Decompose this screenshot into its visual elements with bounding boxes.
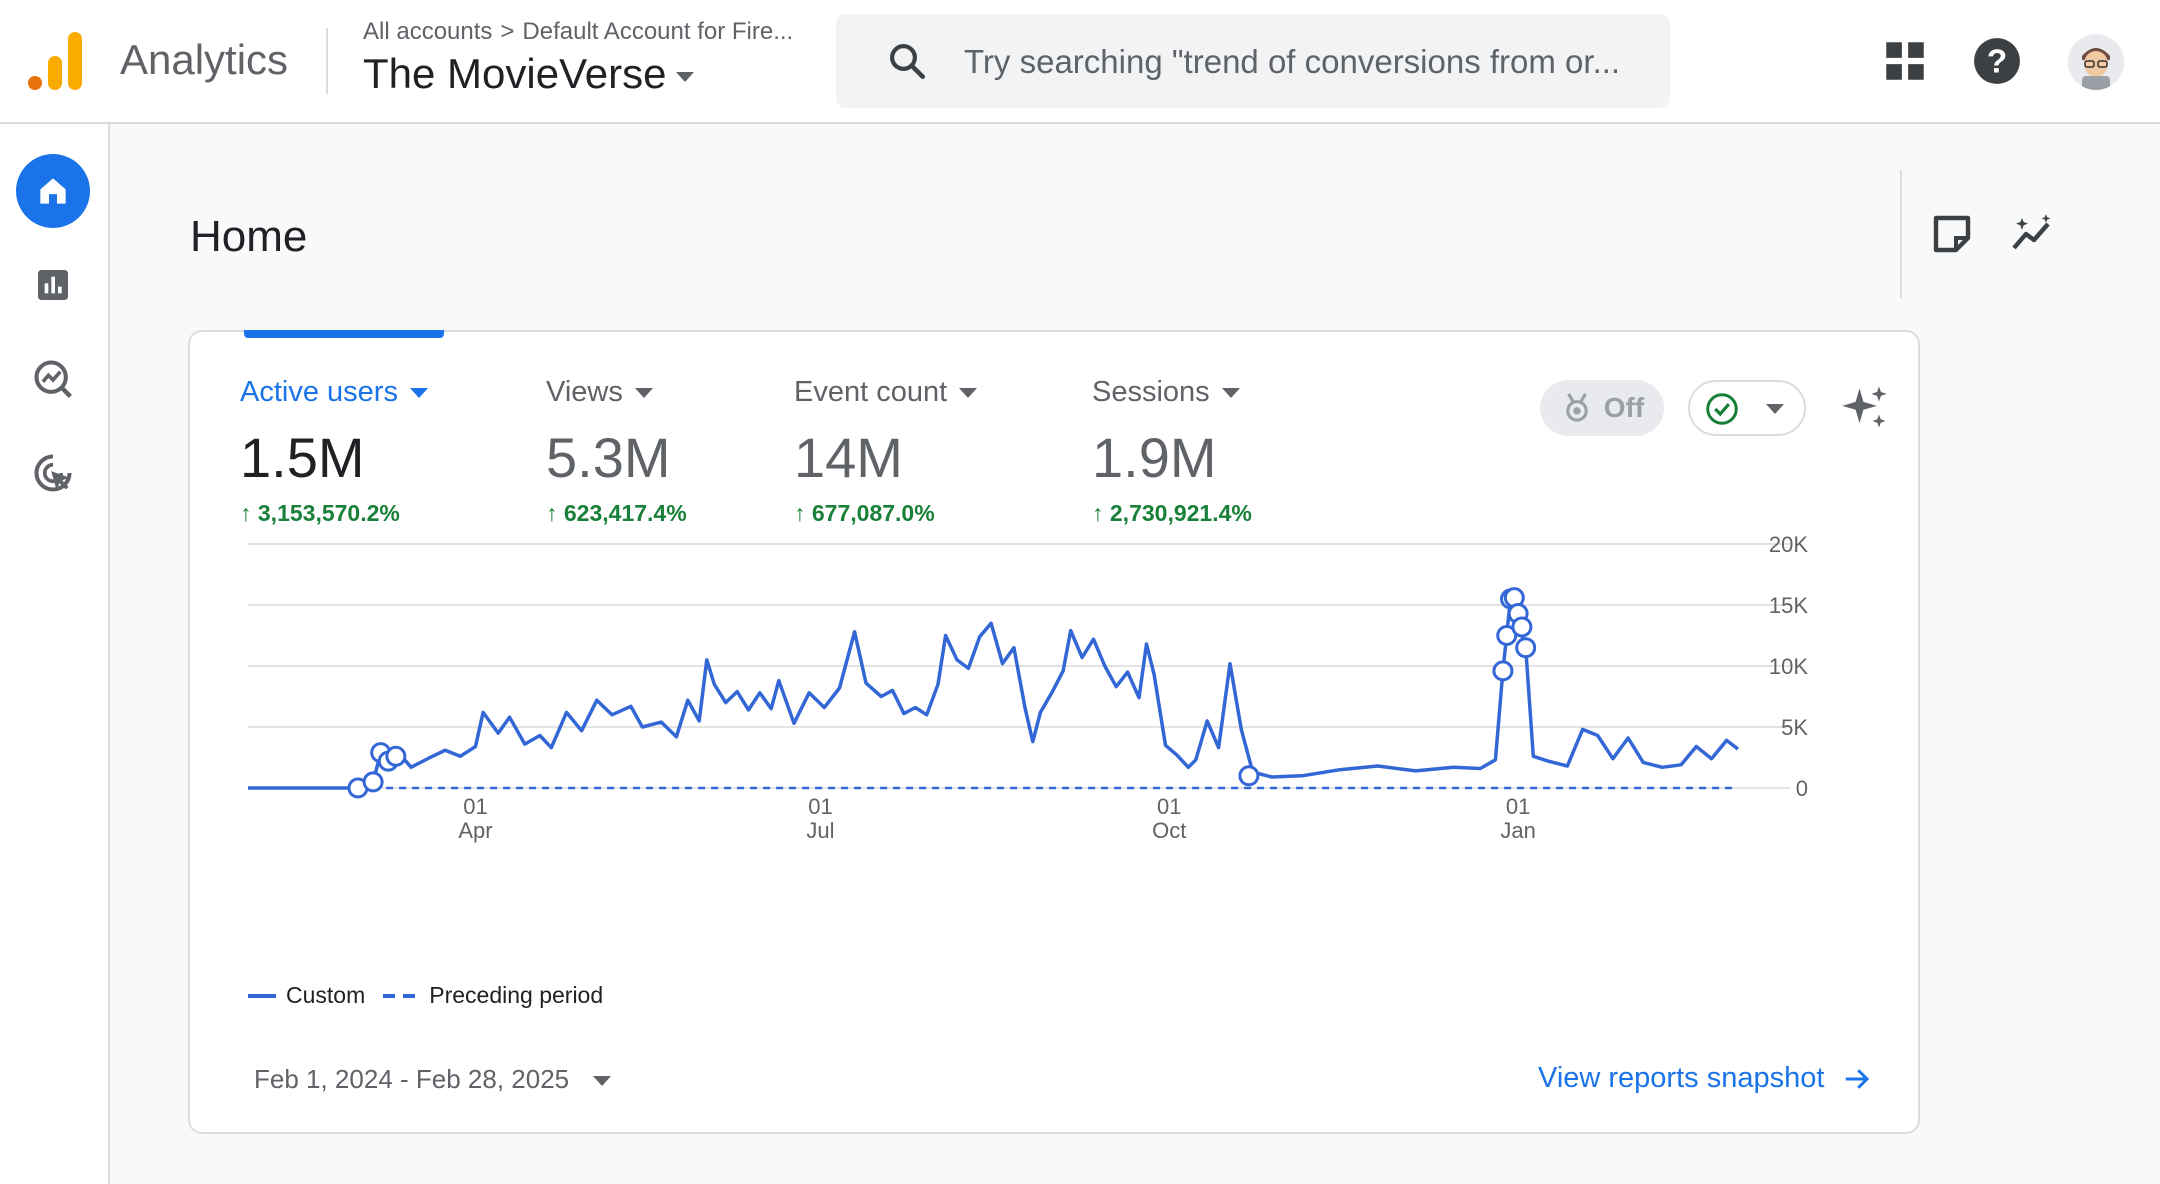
arrow-up-icon: ↑ (240, 500, 258, 526)
snapshot-label: View reports snapshot (1538, 1062, 1825, 1094)
chevron-down-icon (593, 1076, 612, 1087)
toggle-label: Off (1603, 392, 1645, 423)
target-cursor-icon (34, 454, 72, 492)
view-reports-snapshot-link[interactable]: View reports snapshot (1538, 1062, 1872, 1095)
legend-swatch-dashed (383, 993, 418, 998)
metric-event-count[interactable]: Event count 14M ↑ 677,087.0% (794, 376, 978, 527)
x-tick-day: 01 (1506, 794, 1530, 819)
date-range-selector[interactable]: Feb 1, 2024 - Feb 28, 2025 (254, 1064, 612, 1095)
nav-home[interactable] (16, 154, 90, 228)
avatar-image-icon (2068, 34, 2124, 90)
metric-label: Sessions (1092, 376, 1210, 408)
medal-icon (1566, 393, 1588, 422)
nav-explore[interactable] (16, 342, 90, 416)
metric-label: Active users (240, 376, 398, 408)
arrow-up-icon: ↑ (794, 500, 812, 526)
legend-custom: Custom (286, 982, 366, 1008)
x-tick-day: 01 (1157, 794, 1181, 819)
active-tab-indicator (244, 330, 444, 338)
metric-delta: 2,730,921.4% (1109, 500, 1252, 526)
metric-delta: 3,153,570.2% (257, 500, 400, 526)
top-bar: Analytics All accounts > Default Account f… (0, 0, 2160, 124)
metric-value: 5.3M (546, 426, 671, 489)
insights-icon[interactable] (2008, 210, 2056, 258)
y-tick-label: 10K (1769, 654, 1808, 679)
x-tick-day: 01 (463, 794, 487, 819)
anomaly-marker (1492, 660, 1514, 682)
metric-value: 14M (794, 426, 903, 489)
x-tick-month: Jul (806, 818, 834, 843)
anomaly-marker (1511, 616, 1533, 638)
right-divider (1900, 170, 1902, 298)
chevron-down-icon (409, 388, 428, 399)
anomaly-marker (1238, 765, 1260, 787)
check-circle-icon (1706, 393, 1738, 425)
search-icon (890, 44, 926, 80)
svg-text:?: ? (1987, 43, 2007, 80)
app-name: Analytics (120, 36, 289, 83)
home-icon (40, 178, 66, 204)
x-tick-month: Apr (458, 818, 492, 843)
benchmark-toggle[interactable]: Off (1540, 380, 1664, 436)
anomaly-marker (1515, 637, 1537, 659)
y-tick-label: 0 (1796, 776, 1808, 801)
x-tick-month: Oct (1152, 818, 1186, 843)
breadcrumb-all-accounts[interactable]: All accounts (363, 18, 492, 45)
sparkle-icon[interactable] (1840, 382, 1892, 434)
search-input[interactable] (962, 34, 1646, 90)
explore-icon (34, 360, 72, 398)
chevron-down-icon (676, 71, 695, 82)
arrow-up-icon: ↑ (546, 500, 564, 526)
page-title: Home (190, 212, 308, 261)
property-name: The MovieVerse (363, 50, 667, 97)
metric-sessions[interactable]: Sessions 1.9M ↑ 2,730,921.4% (1092, 376, 1252, 527)
breadcrumb[interactable]: All accounts > Default Account for Fire... (363, 18, 793, 46)
overview-card: Active users 1.5M ↑ 3,153,570.2% Views 5… (188, 330, 1920, 1134)
analytics-logo[interactable] (28, 30, 84, 90)
line-chart: 20K15K10K5K001Apr01Jul01Oct01Jan (248, 532, 1808, 843)
chevron-down-icon (1221, 388, 1240, 399)
metric-views[interactable]: Views 5.3M ↑ 623,417.4% (546, 376, 687, 527)
metric-active-users[interactable]: Active users 1.5M ↑ 3,153,570.2% (240, 376, 428, 527)
x-tick-day: 01 (808, 794, 832, 819)
arrow-right-icon (1846, 1068, 1870, 1089)
notes-icon[interactable] (1928, 210, 1976, 258)
legend-preceding: Preceding period (429, 982, 604, 1008)
nav-reports[interactable] (16, 248, 90, 322)
side-nav (0, 124, 110, 1184)
bar-chart-icon (38, 270, 68, 300)
chevron-down-icon (634, 388, 653, 399)
chart-legend: Custom Preceding period (248, 982, 603, 1009)
y-tick-label: 5K (1781, 715, 1808, 740)
nav-advertising[interactable] (16, 436, 90, 510)
search-box[interactable] (836, 14, 1670, 108)
help-icon[interactable]: ? (1972, 36, 2022, 86)
breadcrumb-account[interactable]: Default Account for Fire... (522, 18, 793, 45)
y-tick-label: 15K (1769, 593, 1808, 618)
legend-swatch-solid (248, 993, 276, 998)
breadcrumb-separator: > (500, 18, 515, 45)
chevron-down-icon (1766, 404, 1784, 414)
y-tick-label: 20K (1769, 532, 1808, 557)
metric-label: Views (546, 376, 623, 408)
metric-delta: 677,087.0% (811, 500, 935, 526)
anomaly-marker (385, 745, 407, 767)
header-divider (326, 28, 328, 94)
arrow-up-icon: ↑ (1092, 500, 1110, 526)
anomaly-marker (362, 771, 384, 793)
avatar[interactable] (2068, 34, 2124, 90)
metric-value: 1.9M (1092, 426, 1217, 489)
date-range-text: Feb 1, 2024 - Feb 28, 2025 (254, 1064, 570, 1094)
metric-value: 1.5M (240, 426, 365, 489)
metric-label: Event count (794, 376, 948, 408)
chevron-down-icon (959, 388, 978, 399)
apps-grid-icon[interactable] (1880, 36, 1930, 86)
x-tick-month: Jan (1500, 818, 1535, 843)
metric-delta: 623,417.4% (563, 500, 687, 526)
property-selector[interactable]: The MovieVerse (363, 50, 695, 98)
data-quality-dropdown[interactable] (1688, 380, 1806, 436)
